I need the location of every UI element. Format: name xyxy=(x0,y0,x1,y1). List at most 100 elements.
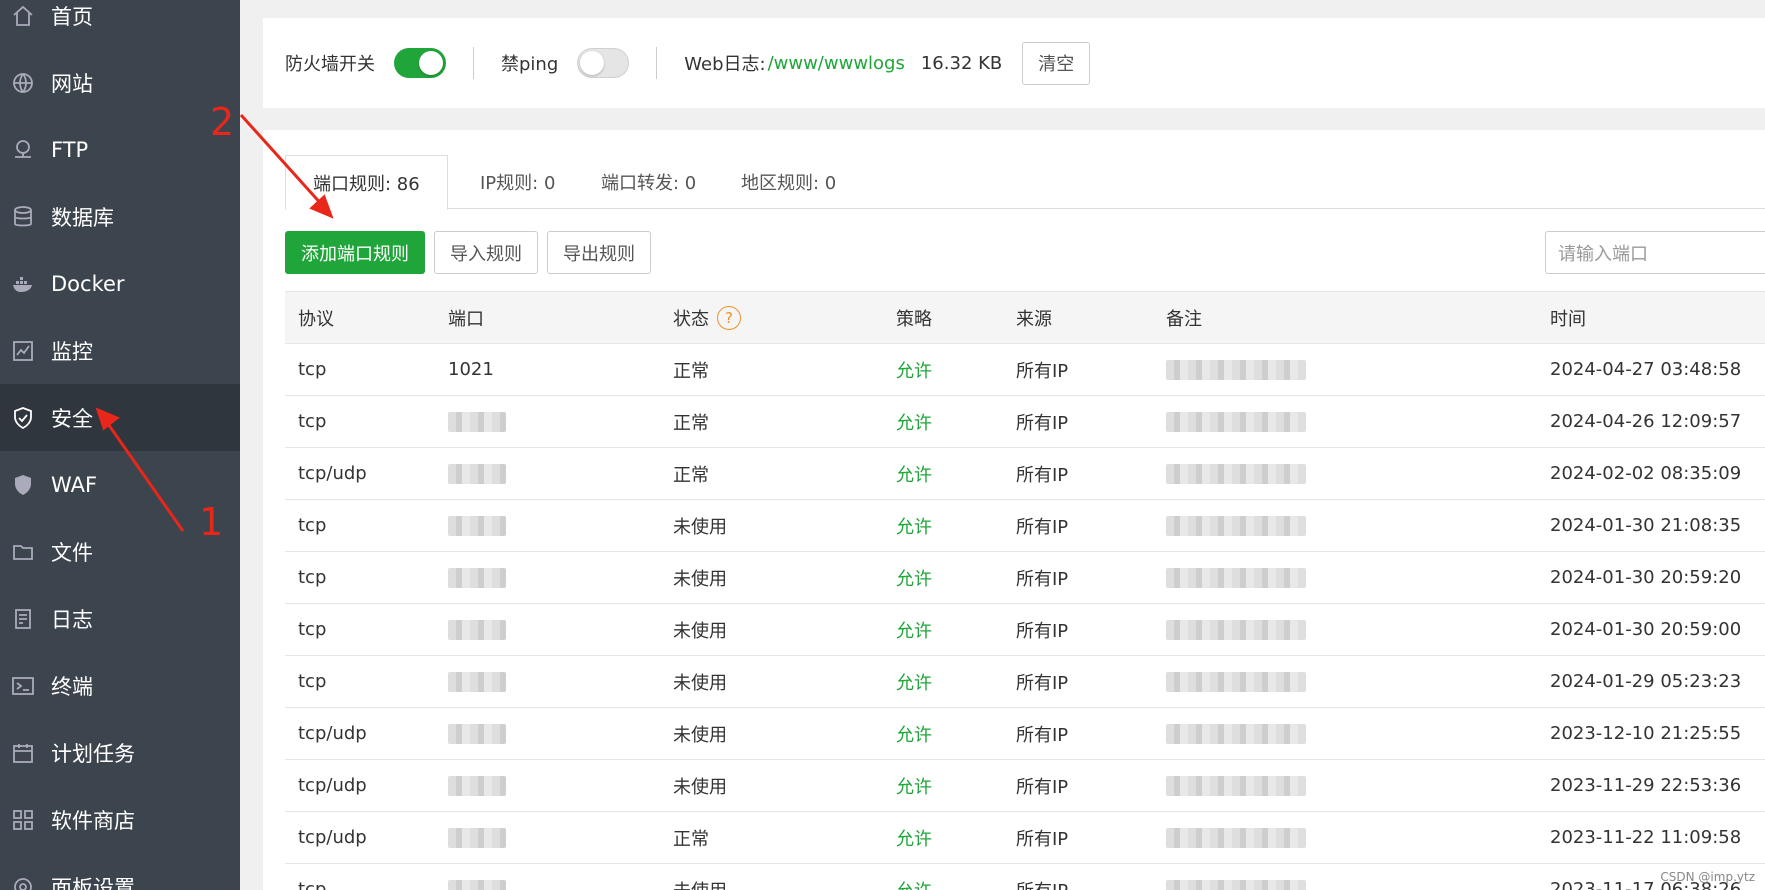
redacted-note xyxy=(1166,723,1306,744)
cell-port xyxy=(448,500,506,551)
sidebar-item-label: Docker xyxy=(51,271,125,296)
cell-status: 未使用 xyxy=(673,864,727,890)
cell-note xyxy=(1166,708,1306,759)
redacted-port xyxy=(448,619,506,640)
cell-policy: 允许 xyxy=(896,724,932,746)
sidebar-item-label: FTP xyxy=(51,137,89,162)
redacted-note xyxy=(1166,775,1306,796)
cell-port xyxy=(448,708,506,759)
cell-time: 2024-01-30 21:08:35 xyxy=(1550,515,1742,536)
folder-icon xyxy=(11,540,35,564)
import-rules-button[interactable]: 导入规则 xyxy=(434,231,538,274)
settings-icon xyxy=(11,875,35,890)
weblog-path-link[interactable]: /www/wwwlogs xyxy=(768,53,905,74)
tab-region-rules[interactable]: 地区规则: 0 xyxy=(741,155,836,209)
redacted-note xyxy=(1166,619,1306,640)
sidebar-item-security[interactable]: 安全 xyxy=(0,384,240,451)
export-rules-button[interactable]: 导出规则 xyxy=(547,231,651,274)
tab-port-rules[interactable]: 端口规则: 86 xyxy=(285,155,448,210)
cell-policy: 允许 xyxy=(896,672,932,694)
sidebar-item-terminal[interactable]: 终端 xyxy=(0,652,240,719)
sidebar-item-label: 首页 xyxy=(51,4,93,29)
header-policy: 策略 xyxy=(896,308,932,330)
sidebar-item-ftp[interactable]: FTP xyxy=(0,116,240,183)
sidebar-item-monitor[interactable]: 监控 xyxy=(0,317,240,384)
sidebar-item-home[interactable]: 首页 xyxy=(0,0,240,49)
cell-status: 未使用 xyxy=(673,776,727,798)
sidebar-item-app-store[interactable]: 软件商店 xyxy=(0,786,240,853)
sidebar: 首页 网站 FTP 数据库 Docker 监控 安全 WAF 文件 日志 终端 xyxy=(0,0,240,890)
calendar-icon xyxy=(11,741,35,765)
cell-port xyxy=(448,604,506,655)
cell-source: 所有IP xyxy=(1016,360,1069,382)
table-row: tcp 1021 正常 允许 所有IP 2024-04-27 03:48:58 xyxy=(285,344,1765,396)
cell-policy: 允许 xyxy=(896,516,932,538)
sidebar-item-label: WAF xyxy=(51,472,98,497)
weblog-label: Web日志: xyxy=(684,54,766,75)
cell-policy: 允许 xyxy=(896,828,932,850)
cell-policy: 允许 xyxy=(896,412,932,434)
cell-protocol: tcp xyxy=(298,567,327,588)
table-row: tcp/udp 未使用 允许 所有IP 2023-11-29 22:53:36 xyxy=(285,760,1765,812)
divider xyxy=(473,47,474,79)
sidebar-item-label: 软件商店 xyxy=(51,808,135,833)
cell-source: 所有IP xyxy=(1016,568,1069,590)
sidebar-item-label: 安全 xyxy=(51,406,93,431)
redacted-note xyxy=(1166,515,1306,536)
port-rules-table: 协议 端口 状态? 策略 来源 备注 时间 tcp 1021 正常 允许 所有IP 202… xyxy=(285,291,1765,890)
cell-time: 2024-02-02 08:35:09 xyxy=(1550,463,1742,484)
cell-source: 所有IP xyxy=(1016,464,1069,486)
header-time: 时间 xyxy=(1550,308,1586,330)
cell-time: 2024-01-30 20:59:20 xyxy=(1550,567,1742,588)
redacted-note xyxy=(1166,671,1306,692)
sidebar-item-database[interactable]: 数据库 xyxy=(0,183,240,250)
sidebar-item-label: 监控 xyxy=(51,339,93,364)
table-row: tcp 未使用 允许 所有IP 2024-01-30 21:08:35 xyxy=(285,500,1765,552)
port-search-input[interactable]: 请输入端口 xyxy=(1545,231,1765,274)
tab-ip-rules[interactable]: IP规则: 0 xyxy=(480,155,555,209)
cell-time: 2023-12-10 21:25:55 xyxy=(1550,723,1742,744)
sidebar-item-docker[interactable]: Docker xyxy=(0,250,240,317)
header-note: 备注 xyxy=(1166,308,1202,330)
tab-port-forward[interactable]: 端口转发: 0 xyxy=(601,155,696,209)
redacted-port xyxy=(448,827,506,848)
firewall-label: 防火墙开关 xyxy=(285,54,375,75)
cell-time: 2024-01-30 20:59:00 xyxy=(1550,619,1742,640)
sidebar-item-logs[interactable]: 日志 xyxy=(0,585,240,652)
table-row: tcp/udp 未使用 允许 所有IP 2023-12-10 21:25:55 xyxy=(285,708,1765,760)
waf-shield-icon xyxy=(11,473,35,497)
firewall-toggle[interactable] xyxy=(394,48,446,78)
sidebar-item-cron[interactable]: 计划任务 xyxy=(0,719,240,786)
cell-note xyxy=(1166,864,1306,890)
divider xyxy=(656,47,658,79)
cell-protocol: tcp/udp xyxy=(298,723,367,744)
log-icon xyxy=(11,607,35,631)
cell-status: 未使用 xyxy=(673,724,727,746)
header-port: 端口 xyxy=(448,308,484,330)
sidebar-item-websites[interactable]: 网站 xyxy=(0,49,240,116)
cell-note xyxy=(1166,500,1306,551)
cell-time: 2024-04-26 12:09:57 xyxy=(1550,411,1742,432)
sidebar-item-settings[interactable]: 面板设置 xyxy=(0,853,240,890)
clear-log-button[interactable]: 清空 xyxy=(1022,41,1091,85)
cell-status: 正常 xyxy=(673,828,709,850)
sidebar-item-label: 终端 xyxy=(51,674,93,699)
cell-source: 所有IP xyxy=(1016,724,1069,746)
cell-port: 1021 xyxy=(448,359,494,380)
cell-policy: 允许 xyxy=(896,568,932,590)
cell-status: 正常 xyxy=(673,464,709,486)
cell-time: 2024-01-29 05:23:23 xyxy=(1550,671,1742,692)
cell-port xyxy=(448,760,506,811)
cell-status: 未使用 xyxy=(673,568,727,590)
ping-toggle[interactable] xyxy=(577,48,630,78)
docker-icon xyxy=(11,272,35,296)
cell-policy: 允许 xyxy=(896,360,932,382)
main-content: 防火墙开关 禁ping Web日志: /www/wwwlogs 16.32 KB… xyxy=(240,0,1765,890)
cell-note xyxy=(1166,604,1306,655)
add-port-rule-button[interactable]: 添加端口规则 xyxy=(285,231,425,274)
weblog-size: 16.32 KB xyxy=(920,52,1003,74)
header-source: 来源 xyxy=(1016,308,1052,330)
redacted-port xyxy=(448,671,506,692)
help-icon[interactable]: ? xyxy=(717,305,741,330)
cell-policy: 允许 xyxy=(896,464,932,486)
